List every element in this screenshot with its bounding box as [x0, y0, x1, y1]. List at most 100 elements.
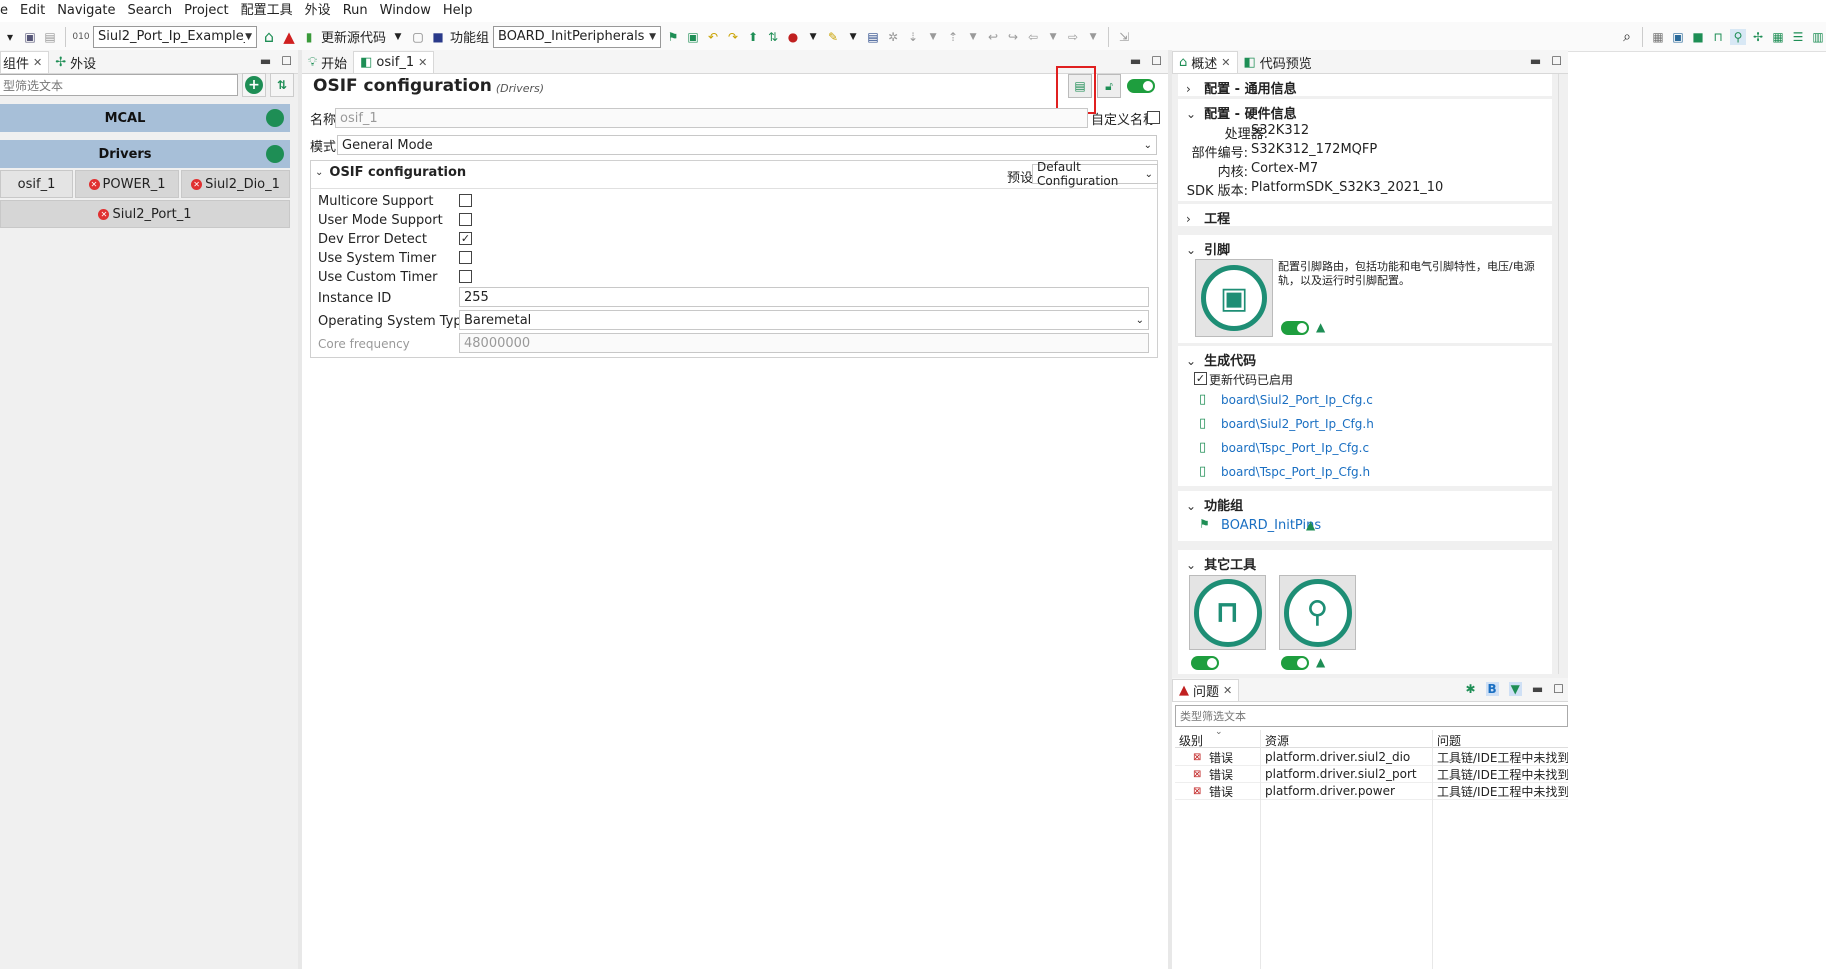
bug-icon[interactable]: ● — [785, 29, 801, 45]
preset-select[interactable]: Default Configuration ⌄ — [1032, 160, 1158, 188]
section-header[interactable]: ⌄ OSIF configuration — [315, 165, 466, 180]
update-code-button[interactable]: 更新源代码 — [321, 27, 386, 46]
option-checkbox[interactable] — [459, 213, 472, 226]
menu-file[interactable]: e — [0, 0, 14, 22]
peripherals-tool-button[interactable]: ⚲ — [1279, 575, 1356, 650]
perspective-chip-icon[interactable]: ■ — [1690, 29, 1706, 45]
component-osif[interactable]: osif_1 — [0, 170, 73, 198]
tab-components[interactable]: 组件 ✕ — [0, 51, 50, 73]
tab-start[interactable]: 💡︎ 开始 — [302, 51, 353, 73]
perspective-usb-icon[interactable]: ⚲ — [1730, 28, 1746, 45]
chip-icon[interactable]: ■ — [430, 29, 446, 45]
mode-select[interactable]: General Mode ⌄ — [337, 135, 1157, 155]
run-icon[interactable]: ⇣ — [905, 29, 921, 45]
pins-toggle[interactable] — [1281, 321, 1309, 335]
add-component-button[interactable]: + — [242, 73, 266, 97]
tab-peripherals[interactable]: ✢ 外设 — [49, 51, 102, 73]
maximize-icon[interactable]: ☐ — [1151, 54, 1162, 68]
close-icon[interactable]: ✕ — [418, 56, 427, 69]
menu-run[interactable]: Run — [337, 0, 374, 22]
console-icon[interactable]: ▤ — [865, 29, 881, 45]
filter-icon[interactable]: ▼ — [1508, 682, 1522, 696]
instance-id-input[interactable]: 255 — [459, 287, 1149, 307]
chevron-down-icon[interactable]: ▼ — [1085, 29, 1101, 45]
menu-search[interactable]: Search — [122, 0, 179, 22]
scrollbar[interactable] — [1558, 74, 1568, 674]
peripherals-icon[interactable]: ▣ — [685, 29, 701, 45]
col-resource[interactable]: 资源 — [1265, 732, 1289, 749]
general-info-section[interactable]: › 配置 - 通用信息 — [1178, 74, 1552, 97]
lock-button[interactable]: 🔓︎ — [1097, 74, 1121, 98]
perspective-list-icon[interactable]: ☰ — [1790, 29, 1806, 45]
components-filter-input[interactable]: 型筛选文本 — [0, 74, 238, 96]
plus-icon[interactable] — [266, 145, 284, 163]
lightbulb-icon[interactable]: ✱ — [1465, 682, 1475, 696]
forward-icon[interactable]: ⇨ — [1065, 29, 1081, 45]
menu-config-tools[interactable]: 配置工具 — [235, 0, 299, 22]
project-section[interactable]: › 工程 — [1178, 204, 1552, 227]
menu-edit[interactable]: Edit — [14, 0, 51, 22]
option-checkbox[interactable] — [459, 194, 472, 207]
redo-icon[interactable]: ↷ — [725, 29, 741, 45]
tools-icon[interactable]: ⇡ — [945, 29, 961, 45]
export-icon[interactable]: ⬆ — [745, 29, 761, 45]
custom-name-checkbox[interactable] — [1147, 111, 1160, 124]
pins-header[interactable]: ⌄ 引脚 — [1186, 239, 1544, 258]
perspective-network-icon[interactable]: ✢ — [1750, 29, 1766, 45]
perspective-grid-icon[interactable]: ▦ — [1770, 29, 1786, 45]
error-warning-icon[interactable]: ▲ — [281, 28, 297, 46]
project-combo[interactable]: Siul2_Port_Ip_Example_S32K3 ▼ — [93, 25, 257, 48]
save-all-icon[interactable]: ▤ — [42, 29, 58, 45]
component-siul2-port[interactable]: ✕ Siul2_Port_1 — [0, 200, 290, 228]
func-group-header[interactable]: ⌄ 功能组 — [1186, 495, 1544, 514]
option-checkbox[interactable] — [459, 270, 472, 283]
chevron-down-icon[interactable]: ▼ — [845, 29, 861, 45]
tab-code-preview[interactable]: ◧ 代码预览 — [1238, 51, 1318, 73]
other-tools-header[interactable]: ⌄ 其它工具 — [1186, 554, 1544, 573]
flag-icon[interactable]: ⚑ — [665, 29, 681, 45]
minimize-icon[interactable]: ▬ — [1130, 54, 1141, 68]
maximize-icon[interactable]: ☐ — [281, 54, 292, 68]
perspective-wave-icon[interactable]: ⊓ — [1710, 29, 1726, 45]
table-row[interactable]: ⊠ 错误 platform.driver.siul2_port 工具链/IDE工程中未… — [1175, 766, 1568, 783]
binary-icon[interactable]: 010 — [72, 29, 89, 45]
chevron-down-icon[interactable]: ▼ — [1045, 29, 1061, 45]
option-checkbox[interactable]: ✓ — [459, 232, 472, 245]
save-icon[interactable]: ▣ — [22, 29, 38, 45]
clocks-toggle[interactable] — [1191, 656, 1219, 670]
close-icon[interactable]: ✕ — [1221, 56, 1230, 69]
pin-editor-icon[interactable]: ⇲ — [1116, 29, 1132, 45]
peripherals-toggle[interactable] — [1281, 656, 1309, 670]
sort-icon[interactable]: ⇅ — [765, 29, 781, 45]
back-icon[interactable]: ⇦ — [1025, 29, 1041, 45]
prev-edit-icon[interactable]: ↩ — [985, 29, 1001, 45]
debug-icon[interactable]: ✲ — [885, 29, 901, 45]
name-field[interactable]: osif_1 — [335, 108, 1088, 128]
update-enabled-checkbox[interactable]: ✓ — [1194, 372, 1207, 385]
func-group-combo[interactable]: BOARD_InitPeripherals ▼ — [493, 25, 662, 48]
maximize-icon[interactable]: ☐ — [1553, 682, 1564, 696]
search-icon[interactable]: ⌕ — [1619, 29, 1635, 45]
component-power[interactable]: ✕ POWER_1 — [75, 170, 179, 198]
tab-osif[interactable]: ◧ osif_1 ✕ — [353, 51, 435, 73]
file-link[interactable]: board\Siul2_Port_Ip_Cfg.c — [1221, 393, 1373, 407]
next-edit-icon[interactable]: ↪ — [1005, 29, 1021, 45]
minimize-icon[interactable]: ▬ — [1530, 54, 1541, 68]
maximize-icon[interactable]: ☐ — [1551, 54, 1562, 68]
file-link[interactable]: board\Tspc_Port_Ip_Cfg.h — [1221, 465, 1370, 479]
minimize-icon[interactable]: ▬ — [260, 54, 271, 68]
chevron-down-icon[interactable]: ▼ — [390, 29, 406, 45]
update-code-icon[interactable]: ▮ — [301, 29, 317, 45]
problems-filter-input[interactable]: 类型筛选文本 — [1175, 705, 1568, 727]
hw-info-header[interactable]: ⌄ 配置 - 硬件信息 — [1186, 103, 1544, 122]
group-mcal[interactable]: MCAL — [0, 104, 290, 132]
pins-tool-button[interactable]: ▣ — [1195, 259, 1273, 337]
menu-peripherals[interactable]: 外设 — [299, 0, 337, 22]
perspective-code-icon[interactable]: ▥ — [1810, 29, 1826, 45]
undo-icon[interactable]: ↶ — [705, 29, 721, 45]
menu-project[interactable]: Project — [178, 0, 234, 22]
minimize-icon[interactable]: ▬ — [1532, 682, 1543, 696]
component-siul2-dio[interactable]: ✕ Siul2_Dio_1 — [181, 170, 290, 198]
file-link[interactable]: board\Siul2_Port_Ip_Cfg.h — [1221, 417, 1374, 431]
table-row[interactable]: ⊠ 错误 platform.driver.siul2_dio 工具链/IDE工程中未找… — [1175, 749, 1568, 766]
